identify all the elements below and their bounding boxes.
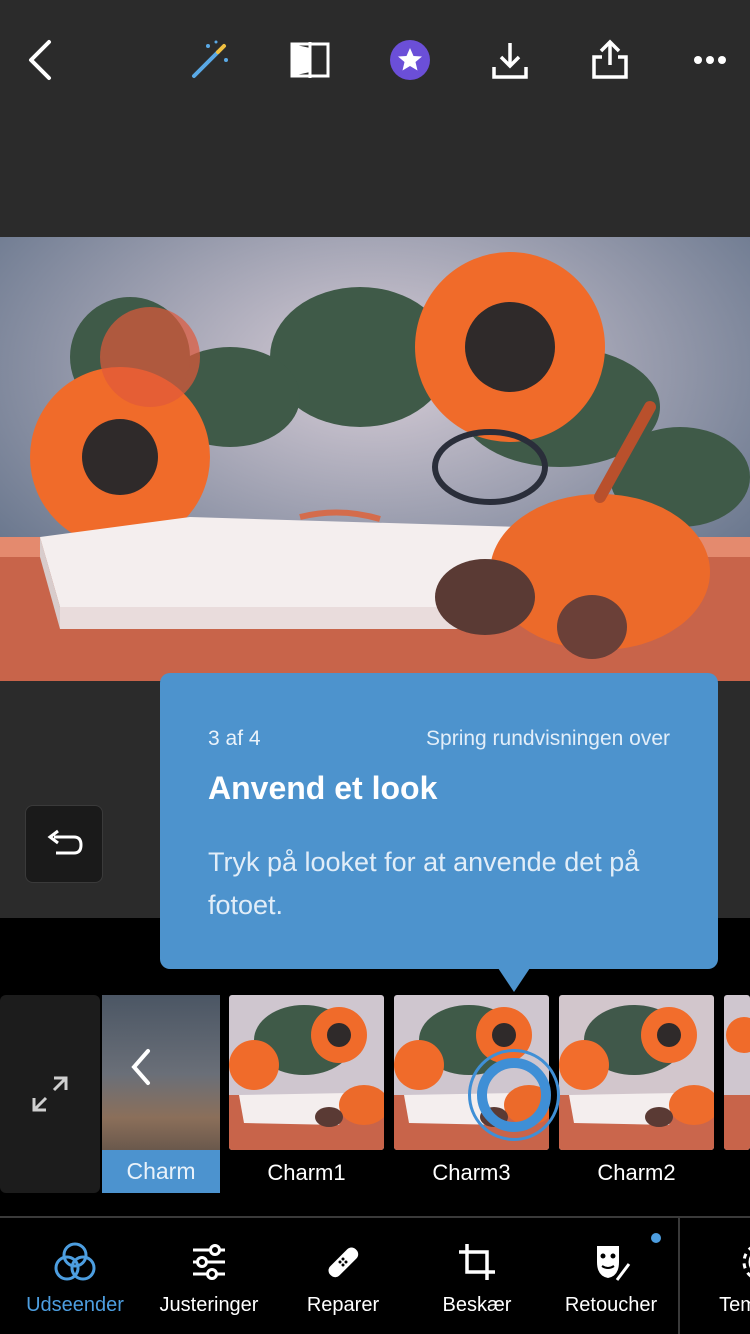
preset-label: Charm2 bbox=[597, 1160, 676, 1185]
back-icon[interactable] bbox=[10, 30, 70, 90]
crop-icon bbox=[459, 1244, 495, 1280]
coach-tooltip: 3 af 4 Spring rundvisningen over Anvend … bbox=[160, 673, 718, 992]
nav-label: Justeringer bbox=[159, 1294, 259, 1316]
nav-item-templates[interactable]: Tem bbox=[690, 1218, 750, 1334]
more-icon[interactable] bbox=[680, 30, 740, 90]
bottom-nav: Udseender Justeringer Reparer Beskær Ret… bbox=[0, 1216, 750, 1334]
skip-tour-link[interactable]: Spring rundvisningen over bbox=[426, 727, 670, 751]
nav-item-repair[interactable]: Reparer bbox=[276, 1218, 410, 1334]
preset-label: Charm3 bbox=[432, 1160, 511, 1185]
look-group-charm[interactable]: Charm bbox=[102, 995, 220, 1193]
tooltip-title: Anvend et look bbox=[208, 770, 438, 806]
look-group-label: Charm bbox=[102, 1150, 220, 1193]
nav-divider bbox=[678, 1218, 680, 1334]
top-toolbar bbox=[0, 0, 750, 120]
nav-item-looks[interactable]: Udseender bbox=[8, 1218, 142, 1334]
tour-step-counter: 3 af 4 bbox=[208, 727, 261, 750]
looks-icon bbox=[54, 1242, 96, 1281]
chevron-left-icon bbox=[131, 1049, 150, 1085]
bandage-icon bbox=[328, 1247, 359, 1278]
auto-magic-icon[interactable] bbox=[180, 30, 240, 90]
preset-label: Charm1 bbox=[267, 1160, 346, 1185]
tooltip-body: Tryk på looket for at anvende det på fot… bbox=[208, 847, 640, 920]
expand-button[interactable] bbox=[0, 995, 100, 1193]
tooltip-arrow bbox=[498, 968, 530, 992]
nav-label: Udseender bbox=[26, 1294, 124, 1316]
nav-item-crop[interactable]: Beskær bbox=[410, 1218, 544, 1334]
preset-thumb[interactable] bbox=[559, 995, 714, 1150]
share-icon[interactable] bbox=[580, 30, 640, 90]
compare-icon[interactable] bbox=[280, 30, 340, 90]
nav-label: Retoucher bbox=[564, 1294, 658, 1316]
notification-dot bbox=[651, 1233, 661, 1243]
premium-star-icon[interactable] bbox=[380, 30, 440, 90]
coach-target-dot bbox=[477, 1058, 551, 1132]
download-icon[interactable] bbox=[480, 30, 540, 90]
preset-thumb[interactable] bbox=[229, 995, 384, 1150]
retouch-face-icon bbox=[597, 1246, 631, 1281]
expand-icon bbox=[32, 1076, 68, 1112]
nav-label: Reparer bbox=[306, 1294, 380, 1316]
sliders-icon bbox=[193, 1244, 225, 1280]
photo-canvas[interactable] bbox=[0, 237, 750, 681]
gear-icon bbox=[742, 1246, 750, 1278]
nav-item-adjustments[interactable]: Justeringer bbox=[142, 1218, 276, 1334]
nav-label: Beskær bbox=[442, 1294, 512, 1316]
nav-label: Tem bbox=[719, 1294, 750, 1316]
undo-button[interactable] bbox=[25, 805, 103, 883]
undo-icon bbox=[47, 829, 83, 855]
preset-thumb[interactable] bbox=[724, 995, 750, 1150]
